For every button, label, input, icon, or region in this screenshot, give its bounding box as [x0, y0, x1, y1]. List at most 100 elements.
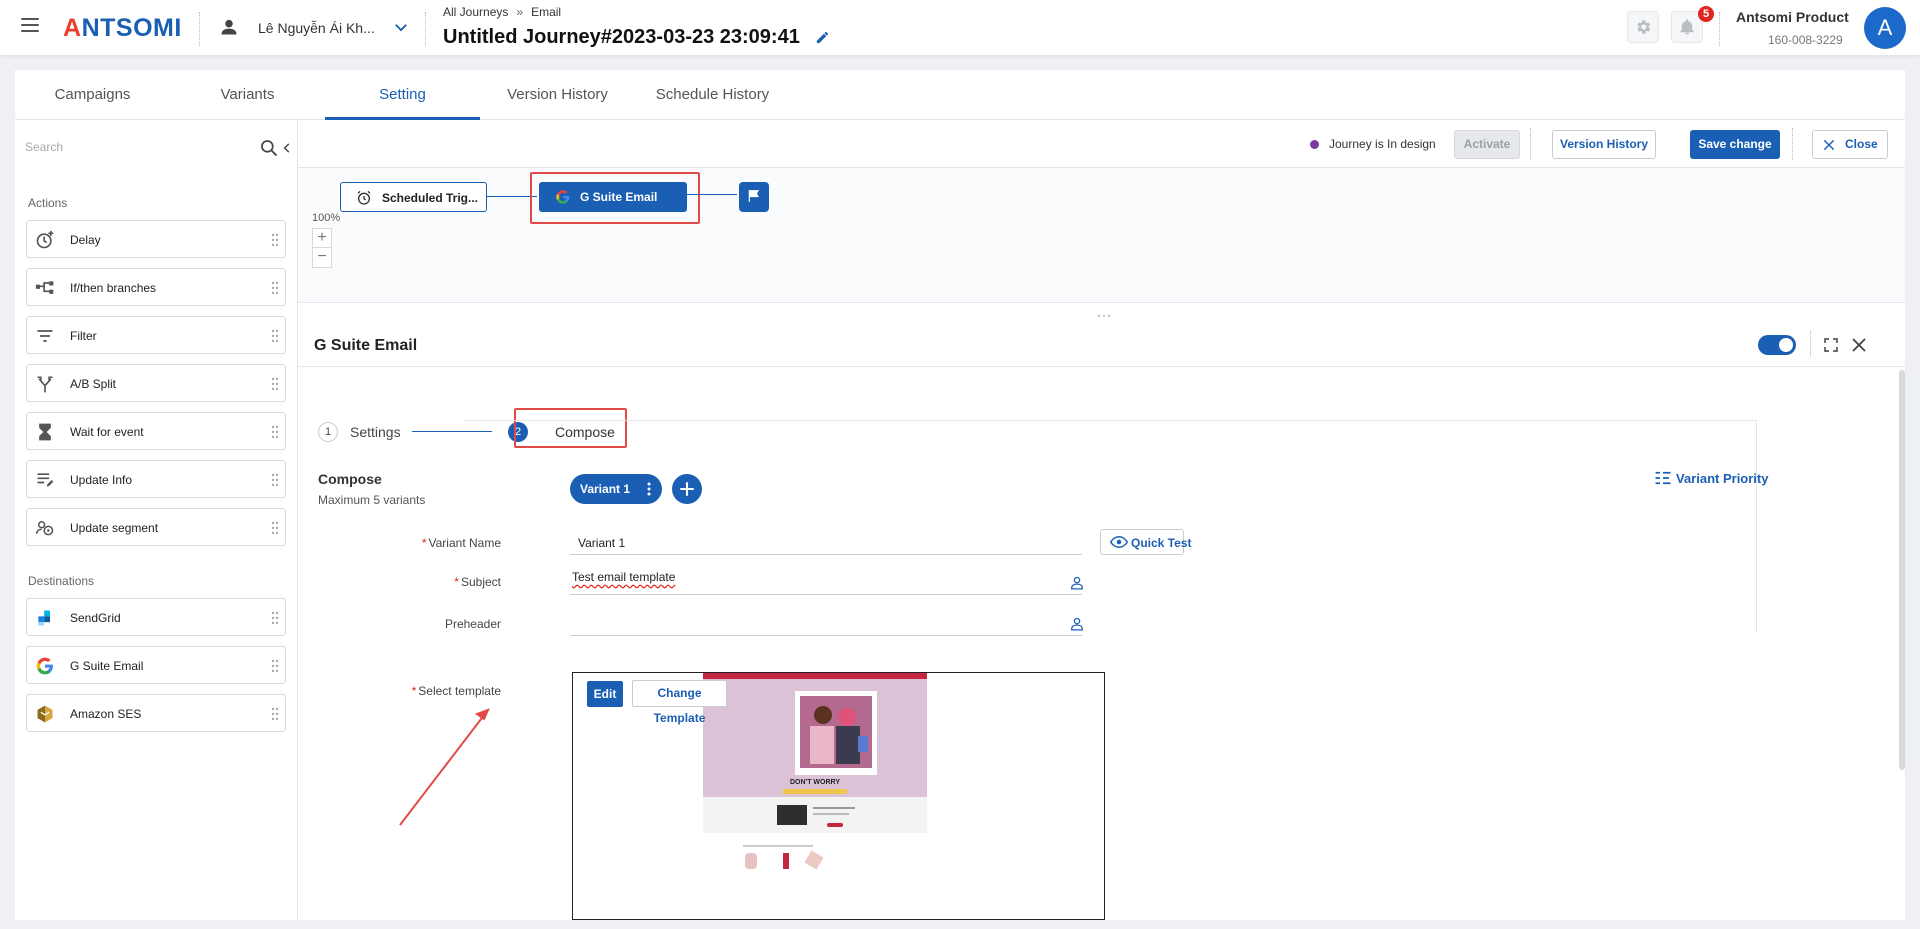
- drag-handle-icon[interactable]: [271, 611, 279, 625]
- notification-badge: 5: [1698, 6, 1714, 22]
- max-variants-text: Maximum 5 variants: [318, 493, 426, 507]
- tab-version-history[interactable]: Version History: [480, 70, 635, 120]
- zoom-out-button[interactable]: −: [313, 248, 331, 267]
- person-shape: [814, 706, 832, 724]
- template-hero: DON'T WORRY: [703, 679, 927, 797]
- resize-handle[interactable]: ···: [1097, 308, 1112, 322]
- drag-handle-icon[interactable]: [271, 425, 279, 439]
- menu-icon[interactable]: [21, 18, 39, 32]
- journey-canvas[interactable]: Scheduled Trig... G Suite Email 100% + −: [298, 168, 1905, 303]
- edit-list-icon: [37, 473, 54, 487]
- breadcrumb: All Journeys » Email: [443, 5, 561, 19]
- drag-handle-icon[interactable]: [271, 659, 279, 673]
- action-label: A/B Split: [70, 377, 117, 391]
- search-icon[interactable]: [259, 138, 279, 158]
- destination-sendgrid[interactable]: SendGrid: [26, 598, 286, 636]
- template-banner: [783, 789, 847, 794]
- search-input[interactable]: Search: [25, 136, 290, 160]
- action-filter[interactable]: Filter: [26, 316, 286, 354]
- drag-handle-icon[interactable]: [271, 281, 279, 295]
- breadcrumb-email[interactable]: Email: [531, 5, 561, 19]
- subject-input[interactable]: Test email template: [572, 570, 675, 584]
- template-headline: DON'T WORRY: [789, 779, 840, 786]
- preheader-underline: [570, 635, 1082, 636]
- action-label: If/then branches: [70, 281, 157, 295]
- toggle-knob: [1779, 338, 1793, 352]
- change-template-button[interactable]: Change Template: [632, 680, 727, 725]
- subject-underline: [570, 594, 1082, 595]
- node-panel-header: G Suite Email: [298, 323, 1905, 367]
- close-button[interactable]: Close: [1812, 130, 1888, 159]
- personalize-icon[interactable]: [1070, 617, 1084, 631]
- divider: [1530, 128, 1531, 160]
- panel-title: G Suite Email: [314, 337, 418, 354]
- action-ab-split[interactable]: A/B Split: [26, 364, 286, 402]
- avatar[interactable]: A: [1864, 7, 1906, 49]
- drag-handle-icon[interactable]: [271, 233, 279, 247]
- person-shape: [836, 726, 860, 764]
- template-palette: [777, 805, 807, 825]
- action-label: Filter: [70, 329, 97, 343]
- close-label: Close: [1845, 137, 1878, 151]
- personalize-icon[interactable]: [1070, 576, 1084, 590]
- settings-button[interactable]: [1627, 11, 1659, 43]
- divider: [1792, 128, 1793, 160]
- action-update-info[interactable]: Update Info: [26, 460, 286, 498]
- tab-schedule-history[interactable]: Schedule History: [635, 70, 790, 120]
- user-name[interactable]: Lê Nguyễn Ái Kh...: [258, 20, 375, 36]
- close-panel-icon[interactable]: [1850, 336, 1868, 354]
- journey-status: Journey is In design: [1329, 137, 1436, 151]
- bell-icon: [1680, 19, 1694, 35]
- action-label: Update segment: [70, 521, 159, 535]
- action-update-segment[interactable]: Update segment: [26, 508, 286, 546]
- template-preview[interactable]: DON'T WORRY Edit Change Template: [572, 672, 1105, 920]
- edit-title-icon[interactable]: [815, 30, 830, 45]
- action-if-then-branches[interactable]: If/then branches: [26, 268, 286, 306]
- variant-name-input[interactable]: Variant 1: [578, 536, 625, 550]
- collapse-icon[interactable]: [280, 141, 294, 155]
- drag-handle-icon[interactable]: [271, 521, 279, 535]
- destination-amazon-ses[interactable]: Amazon SES: [26, 694, 286, 732]
- tab-campaigns[interactable]: Campaigns: [15, 70, 170, 120]
- end-node[interactable]: [739, 182, 769, 212]
- account-id: 160-008-3229: [1768, 33, 1843, 47]
- chevron-down-icon[interactable]: [392, 18, 410, 36]
- template-cta: [827, 823, 843, 827]
- amazon-ses-icon: [37, 705, 53, 723]
- panel-scrollbar[interactable]: [1899, 370, 1905, 770]
- form-frame: [463, 420, 1757, 632]
- action-label: Update Info: [70, 473, 133, 487]
- zoom-level: 100%: [312, 212, 341, 224]
- preheader-input[interactable]: [572, 617, 1052, 631]
- hourglass-icon: [39, 423, 51, 441]
- action-delay[interactable]: Delay: [26, 220, 286, 258]
- breadcrumb-all-journeys[interactable]: All Journeys: [443, 5, 508, 19]
- quick-test-label: Quick Test: [1131, 536, 1192, 550]
- node-scheduled-trigger[interactable]: Scheduled Trig...: [340, 182, 487, 212]
- enable-toggle[interactable]: [1758, 335, 1796, 355]
- drag-handle-icon[interactable]: [271, 707, 279, 721]
- template-text-line: [813, 813, 849, 815]
- activate-button[interactable]: Activate: [1454, 130, 1520, 159]
- destination-g-suite-email[interactable]: G Suite Email: [26, 646, 286, 684]
- variant-name-underline: [570, 554, 1082, 555]
- zoom-in-button[interactable]: +: [313, 229, 331, 248]
- connector-line: [687, 194, 737, 195]
- tab-variants[interactable]: Variants: [170, 70, 325, 120]
- segment-icon: [35, 521, 54, 536]
- clock-plus-icon: [36, 230, 54, 249]
- quick-test-button[interactable]: Quick Test: [1100, 529, 1191, 555]
- branch-icon: [35, 281, 54, 294]
- step-settings[interactable]: Settings: [350, 424, 401, 440]
- version-history-button[interactable]: Version History: [1552, 130, 1656, 159]
- save-change-button[interactable]: Save change: [1690, 130, 1780, 159]
- step-1-number[interactable]: 1: [318, 422, 338, 442]
- logo[interactable]: ANTSOMI: [63, 14, 182, 43]
- close-icon: [1823, 139, 1835, 151]
- drag-handle-icon[interactable]: [271, 473, 279, 487]
- fullscreen-icon[interactable]: [1823, 337, 1839, 353]
- tab-setting[interactable]: Setting: [325, 70, 480, 120]
- drag-handle-icon[interactable]: [271, 329, 279, 343]
- drag-handle-icon[interactable]: [271, 377, 279, 391]
- action-wait-for-event[interactable]: Wait for event: [26, 412, 286, 450]
